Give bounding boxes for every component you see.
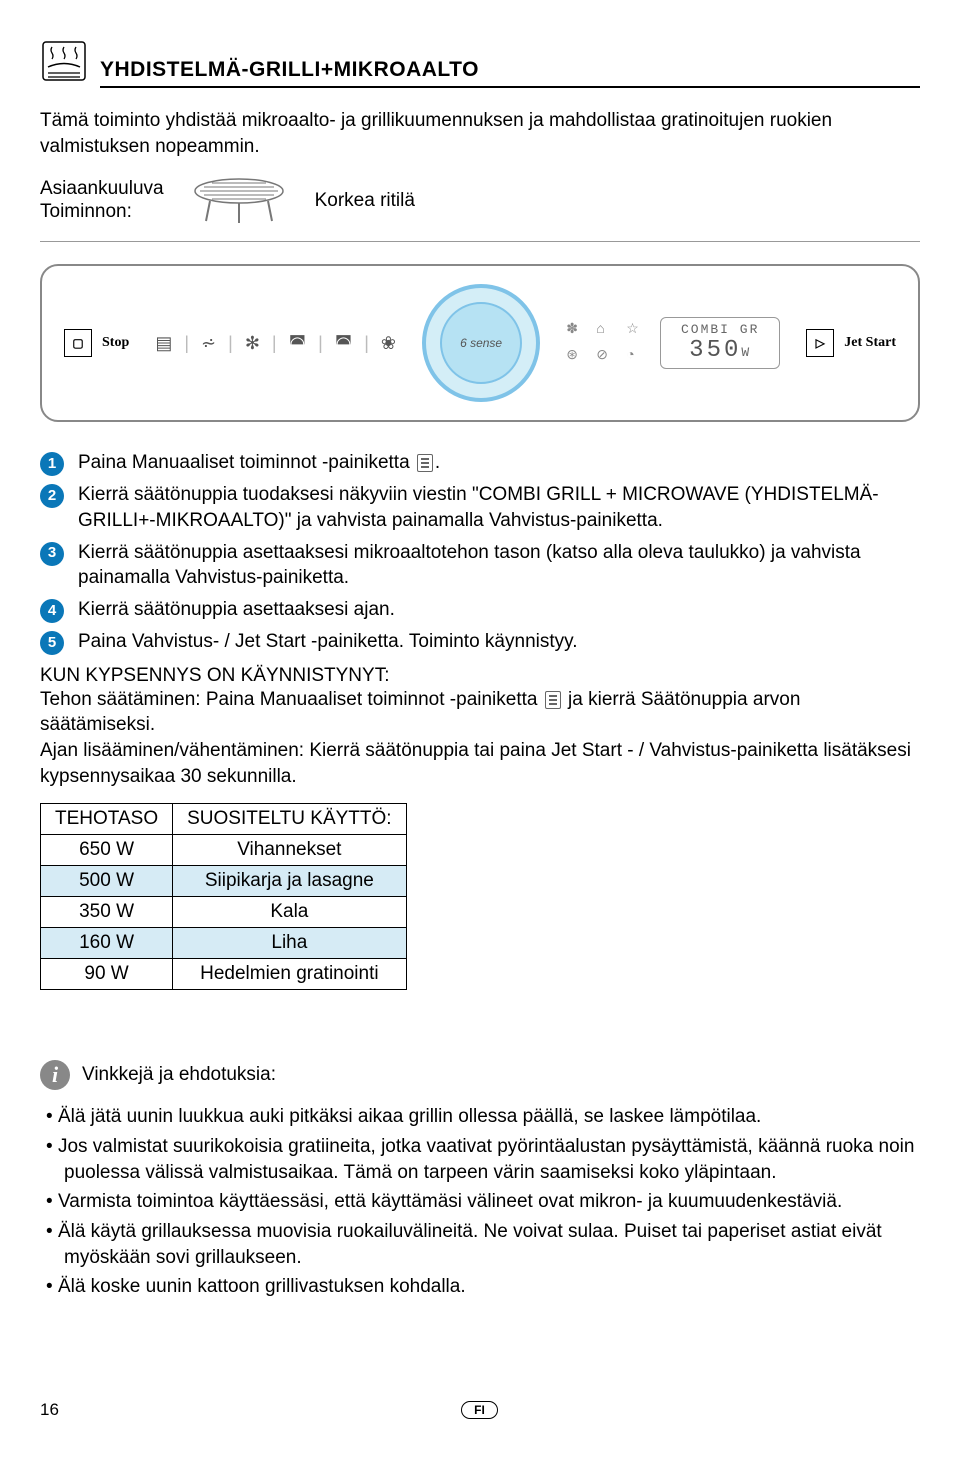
step-bullet-4: 4 xyxy=(40,599,64,623)
table-row: 500 W Siipikarja ja lasagne xyxy=(41,866,407,897)
tip-item: Älä jätä uunin luukkua auki pitkäksi aik… xyxy=(64,1104,920,1130)
lcd-display: COMBI GR 350W xyxy=(660,317,780,369)
tip-item: Älä käytä grillauksessa muovisia ruokail… xyxy=(64,1219,920,1270)
stop-label: Stop xyxy=(102,335,129,351)
power-table: TEHOTASO SUOSITELTU KÄYTTÖ: 650 W Vihann… xyxy=(40,803,407,990)
step-5: Paina Vahvistus- / Jet Start -painiketta… xyxy=(78,629,920,655)
accessory-label-1: Asiaankuuluva xyxy=(40,178,164,201)
after-start-header: KUN KYPSENNYS ON KÄYNNISTYNYT: xyxy=(40,665,920,687)
step-bullet-5: 5 xyxy=(40,631,64,655)
jet-start-button-icon: ▷ xyxy=(806,329,834,357)
after-start-line-1: Tehon säätäminen: Paina Manuaaliset toim… xyxy=(40,687,920,738)
accessory-name: Korkea ritilä xyxy=(315,190,415,212)
accessory-label-2: Toiminnon: xyxy=(40,201,164,224)
tips-list: Älä jätä uunin luukkua auki pitkäksi aik… xyxy=(40,1104,920,1299)
page-number: 16 xyxy=(40,1400,59,1420)
step-2: Kierrä säätönuppia tuodaksesi näkyviin v… xyxy=(78,482,920,533)
tip-item: Älä koske uunin kattoon grillivastuksen … xyxy=(64,1274,920,1300)
info-icon: i xyxy=(40,1060,70,1090)
table-row: 90 W Hedelmien gratinointi xyxy=(41,959,407,990)
manual-button-icon xyxy=(545,691,561,709)
language-badge: FI xyxy=(461,1401,498,1419)
stop-button-icon: ▢ xyxy=(64,329,92,357)
table-row: 350 W Kala xyxy=(41,897,407,928)
grill-combo-icon xyxy=(40,40,88,82)
high-rack-icon xyxy=(192,177,287,225)
step-bullet-3: 3 xyxy=(40,542,64,566)
after-start-line-2: Ajan lisääminen/vähentäminen: Kierrä sää… xyxy=(40,738,920,789)
control-panel-diagram: ▢ Stop ▤| ⩫| ✻| ◚| ◚| ❀ 6 sense ✽⌂☆ ⊛⊘◔ xyxy=(40,264,920,422)
manual-button-icon xyxy=(417,454,433,472)
tip-item: Varmista toimintoa käyttäessäsi, että kä… xyxy=(64,1189,920,1215)
step-3: Kierrä säätönuppia asettaaksesi mikroaal… xyxy=(78,540,920,591)
page-title: YHDISTELMÄ-GRILLI+MIKROAALTO xyxy=(100,58,479,82)
tips-title: Vinkkejä ja ehdotuksia: xyxy=(82,1064,276,1086)
table-row: 160 W Liha xyxy=(41,928,407,959)
table-header-power: TEHOTASO xyxy=(41,804,173,835)
step-1: Paina Manuaaliset toiminnot -painiketta … xyxy=(78,450,920,476)
step-4: Kierrä säätönuppia asettaaksesi ajan. xyxy=(78,597,920,623)
step-bullet-1: 1 xyxy=(40,452,64,476)
intro-text: Tämä toiminto yhdistää mikroaalto- ja gr… xyxy=(40,108,920,159)
step-bullet-2: 2 xyxy=(40,484,64,508)
jet-start-label: Jet Start xyxy=(844,335,896,351)
preset-icons: ✽⌂☆ ⊛⊘◔ xyxy=(566,320,646,366)
center-dial: 6 sense xyxy=(422,284,540,402)
tip-item: Jos valmistat suurikokoisia gratiineita,… xyxy=(64,1134,920,1185)
mode-icons: ▤| ⩫| ✻| ◚| ◚| ❀ xyxy=(155,333,396,354)
table-header-use: SUOSITELTU KÄYTTÖ: xyxy=(173,804,406,835)
steps-list: 1 Paina Manuaaliset toiminnot -painikett… xyxy=(40,450,920,655)
accessory-row: Asiaankuuluva Toiminnon: Korkea ritilä xyxy=(40,177,920,242)
table-row: 650 W Vihannekset xyxy=(41,835,407,866)
